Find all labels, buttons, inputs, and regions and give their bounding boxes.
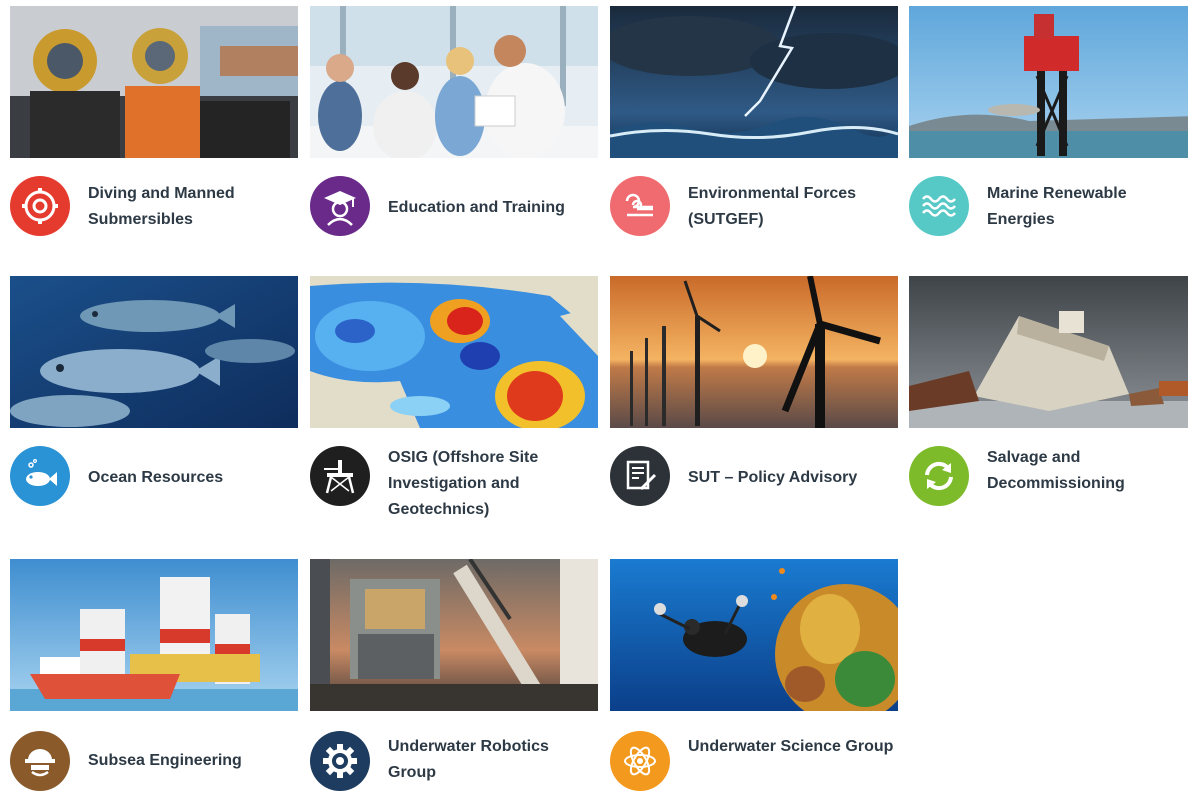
offshore-rig-icon bbox=[310, 446, 370, 506]
category-label[interactable]: Underwater Robotics Group bbox=[388, 734, 594, 786]
category-photo-education[interactable] bbox=[310, 6, 598, 158]
diving-helmet-icon bbox=[10, 176, 70, 236]
category-photo-underwater-science[interactable] bbox=[610, 559, 898, 711]
category-photo-osig[interactable] bbox=[310, 276, 598, 428]
recycle-arrows-icon bbox=[909, 446, 969, 506]
category-label[interactable]: Ocean Resources bbox=[88, 465, 294, 491]
category-photo-underwater-robotics[interactable] bbox=[310, 559, 598, 711]
gear-icon bbox=[310, 731, 370, 791]
engineer-hardhat-icon bbox=[10, 731, 70, 791]
category-label[interactable]: SUT – Policy Advisory bbox=[688, 465, 894, 491]
category-photo-marine-renewable[interactable] bbox=[909, 6, 1188, 158]
category-label[interactable]: Environmental Forces (SUTGEF) bbox=[688, 181, 894, 233]
category-photo-subsea-engineering[interactable] bbox=[10, 559, 298, 711]
category-label[interactable]: Salvage and Decommissioning bbox=[987, 445, 1188, 497]
atom-icon bbox=[610, 731, 670, 791]
category-label[interactable]: Education and Training bbox=[388, 195, 594, 221]
waves-icon bbox=[909, 176, 969, 236]
category-label[interactable]: Marine Renewable Energies bbox=[987, 181, 1188, 233]
category-label[interactable]: Underwater Science Group bbox=[688, 734, 894, 760]
graduate-icon bbox=[310, 176, 370, 236]
category-label[interactable]: OSIG (Offshore Site Investigation and Ge… bbox=[388, 445, 594, 523]
category-photo-diving[interactable] bbox=[10, 6, 298, 158]
wind-waves-icon bbox=[610, 176, 670, 236]
category-photo-ocean-resources[interactable] bbox=[10, 276, 298, 428]
category-label[interactable]: Diving and Manned Submersibles bbox=[88, 181, 294, 233]
category-label[interactable]: Subsea Engineering bbox=[88, 748, 294, 774]
category-photo-policy-advisory[interactable] bbox=[610, 276, 898, 428]
fish-icon bbox=[10, 446, 70, 506]
category-photo-environmental-forces[interactable] bbox=[610, 6, 898, 158]
document-pen-icon bbox=[610, 446, 670, 506]
category-photo-salvage[interactable] bbox=[909, 276, 1188, 428]
